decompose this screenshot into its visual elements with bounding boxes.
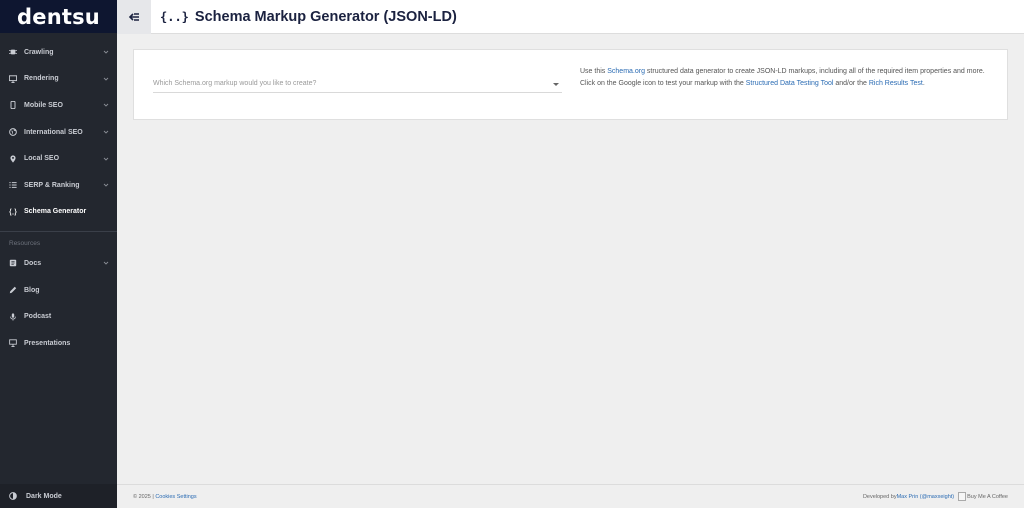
list-icon — [9, 181, 17, 189]
chevron-down-icon — [103, 50, 109, 54]
resources-section-label: Resources — [9, 239, 41, 247]
buy-me-a-coffee-button[interactable]: Buy Me A Coffee — [958, 492, 1008, 501]
cookies-settings-link[interactable]: Cookies Settings — [155, 494, 196, 500]
structured-data-testing-tool-link[interactable]: Structured Data Testing Tool — [746, 80, 834, 87]
sidebar-item-serp-ranking[interactable]: SERP & Ranking — [0, 172, 117, 199]
chevron-down-icon — [103, 130, 109, 134]
chevron-down-icon — [103, 157, 109, 161]
sidebar-item-docs[interactable]: Docs — [0, 250, 117, 277]
footer-right: Developed by Max Prin (@maxxeight) Buy M… — [863, 492, 1008, 501]
top-header: {..} Schema Markup Generator (JSON-LD) — [117, 0, 1024, 34]
sidebar-item-rendering[interactable]: Rendering — [0, 66, 117, 93]
dark-mode-label: Dark Mode — [26, 492, 62, 500]
sidebar-divider — [0, 231, 117, 233]
dentsu-logo[interactable]: dentsu — [0, 0, 117, 33]
author-link[interactable]: Max Prin (@maxxeight) — [897, 494, 955, 500]
broken-image-icon — [958, 492, 967, 501]
braces-icon — [9, 208, 17, 216]
desc-text: . — [922, 80, 925, 87]
sidebar-item-label: Schema Generator — [24, 208, 87, 216]
collapse-menu-icon — [128, 12, 139, 21]
sidebar-item-label: Blog — [24, 286, 40, 294]
select-placeholder: Which Schema.org markup would you like t… — [153, 80, 317, 87]
presentation-icon — [9, 339, 17, 348]
sidebar-item-label: International SEO — [24, 128, 83, 136]
page-footer: © 2025 | Cookies Settings Developed by M… — [117, 484, 1024, 508]
sidebar-item-mobile-seo[interactable]: Mobile SEO — [0, 92, 117, 119]
sidebar-item-label: SERP & Ranking — [24, 181, 80, 189]
schema-type-select[interactable]: Which Schema.org markup would you like t… — [153, 76, 562, 93]
schema-org-link[interactable]: Schema.org — [607, 68, 645, 75]
sidebar-item-label: Podcast — [24, 313, 52, 321]
globe-icon — [9, 128, 17, 136]
coffee-alt-text: Buy Me A Coffee — [967, 493, 1008, 500]
page-title-text: Schema Markup Generator (JSON-LD) — [194, 8, 457, 25]
sidebar-item-international-seo[interactable]: International SEO — [0, 119, 117, 146]
map-pin-icon — [9, 154, 17, 163]
desc-text: Use this — [580, 68, 608, 75]
sidebar-item-label: Presentations — [24, 339, 71, 347]
sidebar-item-schema-generator[interactable]: Schema Generator — [0, 199, 117, 226]
sidebar-item-crawling[interactable]: Crawling — [0, 39, 117, 66]
sidebar-item-blog[interactable]: Blog — [0, 277, 117, 304]
sidebar-item-label: Rendering — [24, 75, 59, 83]
chevron-down-icon — [103, 77, 109, 81]
chevron-down-icon — [103, 104, 109, 108]
braces-icon: {..} — [160, 9, 189, 24]
page-title: {..} Schema Markup Generator (JSON-LD) — [160, 9, 457, 25]
mobile-icon — [9, 101, 17, 110]
logo-text: dentsu — [17, 4, 100, 29]
chevron-down-icon — [103, 262, 109, 266]
pencil-icon — [9, 286, 17, 294]
chevron-down-icon — [103, 183, 109, 187]
collapse-sidebar-button[interactable] — [117, 0, 151, 34]
monitor-icon — [9, 75, 17, 83]
dropdown-caret-icon — [553, 83, 559, 86]
desc-text: and/or the — [833, 80, 869, 87]
sidebar-item-label: Local SEO — [24, 155, 60, 163]
sidebar-nav: Crawling Rendering Mobile SEO Internatio… — [0, 33, 117, 357]
dark-mode-icon — [9, 492, 17, 500]
copyright-text: © 2025 | — [133, 494, 156, 500]
footer-left: © 2025 | Cookies Settings — [133, 494, 197, 500]
microphone-icon — [9, 313, 17, 321]
sidebar: dentsu Crawling Rendering Mobile SEO Int… — [0, 0, 117, 508]
sidebar-item-label: Mobile SEO — [24, 101, 63, 109]
developed-by-text: Developed by — [862, 493, 897, 500]
book-icon — [9, 259, 17, 267]
dark-mode-toggle[interactable]: Dark Mode — [0, 484, 117, 508]
sidebar-item-label: Docs — [24, 259, 42, 267]
schema-generator-card: Which Schema.org markup would you like t… — [133, 49, 1008, 120]
sidebar-item-podcast[interactable]: Podcast — [0, 303, 117, 330]
sidebar-item-local-seo[interactable]: Local SEO — [0, 145, 117, 172]
spider-icon — [9, 48, 17, 56]
sidebar-item-label: Crawling — [24, 48, 54, 56]
sidebar-item-presentations[interactable]: Presentations — [0, 330, 117, 357]
generator-description: Use this Schema.org structured data gene… — [580, 66, 995, 90]
rich-results-test-link[interactable]: Rich Results Test — [869, 80, 923, 87]
